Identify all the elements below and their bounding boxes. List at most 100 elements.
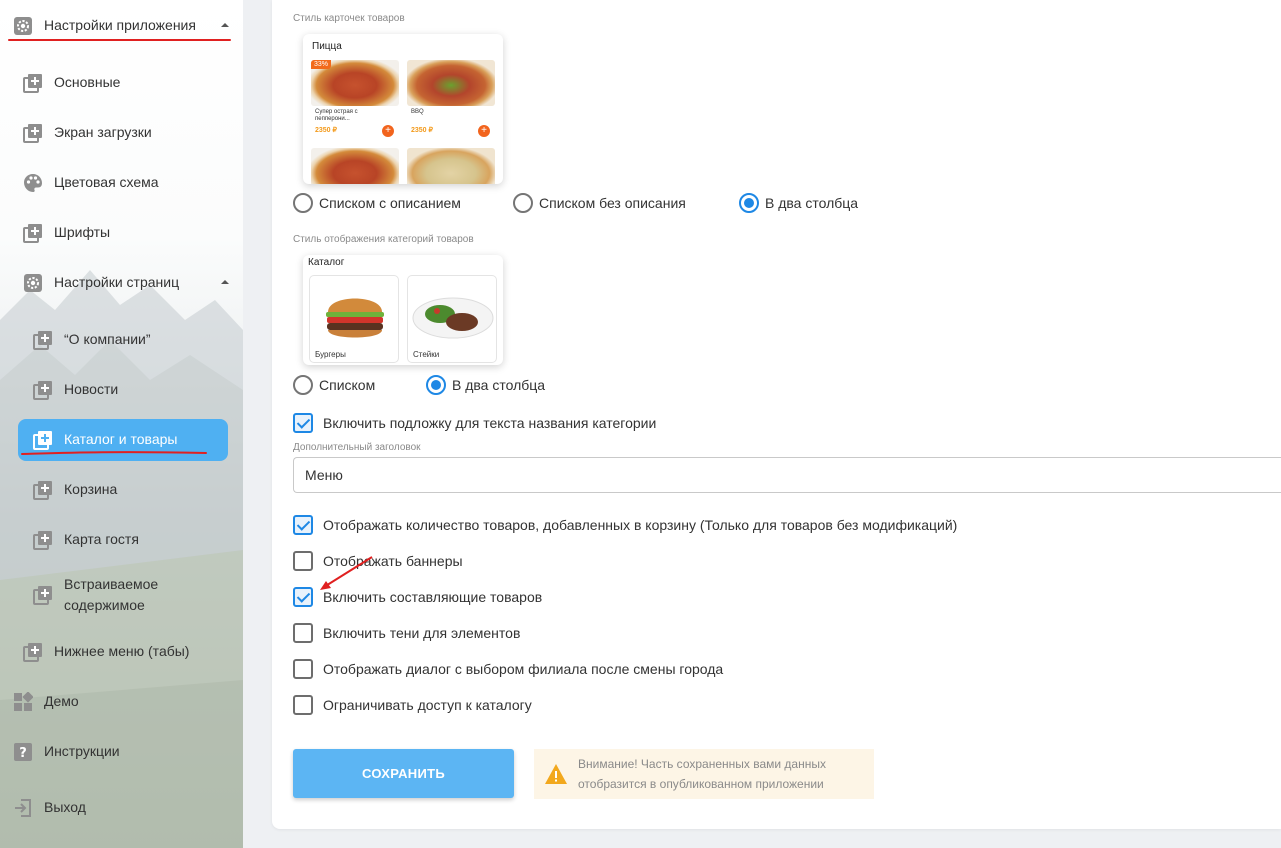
checkbox[interactable] xyxy=(293,659,313,679)
checkbox[interactable] xyxy=(293,695,313,715)
add-page-icon xyxy=(33,430,53,450)
card-style-two-columns[interactable]: В два столбца xyxy=(739,193,858,213)
sidebar-item-exit[interactable]: Выход xyxy=(13,797,86,818)
checkbox[interactable] xyxy=(293,623,313,643)
radio-label: Списком xyxy=(319,377,376,393)
category-style-preview[interactable]: Каталог Бургеры Стейки xyxy=(303,255,503,365)
category-style-two-columns[interactable]: В два столбца xyxy=(426,375,545,395)
warning-icon xyxy=(545,764,567,784)
gear-icon xyxy=(13,16,33,36)
burger-image xyxy=(326,298,384,338)
radio-label: В два столбца xyxy=(765,195,859,211)
add-page-icon xyxy=(33,380,53,400)
preview-title: Пицца xyxy=(312,41,342,52)
sidebar-item-loading-screen[interactable]: Экран загрузки xyxy=(23,122,152,143)
sidebar-subitem-label: Каталог и товары xyxy=(64,431,178,447)
card-style-list-without-description[interactable]: Списком без описания xyxy=(513,193,686,213)
checkbox[interactable] xyxy=(293,551,313,571)
logout-icon xyxy=(13,798,33,818)
category-name: Бургеры xyxy=(315,350,346,359)
sidebar-item-label: Основные xyxy=(54,74,121,90)
steak-image xyxy=(412,297,494,339)
sidebar-app-settings[interactable]: Настройки приложения xyxy=(13,15,196,36)
add-page-icon xyxy=(33,330,53,350)
chevron-up-icon[interactable] xyxy=(221,23,229,27)
sidebar-item-label: Демо xyxy=(44,693,79,709)
help-icon: ? xyxy=(13,742,33,762)
checkbox[interactable] xyxy=(293,515,313,535)
element-shadows-checkbox[interactable]: Включить тени для элементов xyxy=(293,623,520,643)
sidebar-subitem-about[interactable]: “О компании” xyxy=(33,329,151,350)
add-page-icon xyxy=(33,585,53,605)
sidebar-item-label: Выход xyxy=(44,799,86,815)
radio-label: Списком без описания xyxy=(539,195,686,211)
extra-title-input[interactable]: Меню xyxy=(293,457,1281,493)
radio-button[interactable] xyxy=(293,375,313,395)
add-page-icon xyxy=(33,480,53,500)
sidebar-subitem-label: Карта гостя xyxy=(64,531,139,547)
add-to-cart-icon: + xyxy=(478,125,490,137)
annotation-underline xyxy=(21,451,207,455)
save-button[interactable]: СОХРАНИТЬ xyxy=(293,749,514,798)
checkbox-label: Включить подложку для текста названия ка… xyxy=(323,415,657,431)
branch-dialog-checkbox[interactable]: Отображать диалог с выбором филиала посл… xyxy=(293,659,723,679)
sidebar-app-settings-label: Настройки приложения xyxy=(44,17,196,33)
checkbox[interactable] xyxy=(293,587,313,607)
category-style-caption: Стиль отображения категорий товаров xyxy=(293,234,474,245)
sidebar-item-label: Инструкции xyxy=(44,743,120,759)
checkbox-label: Ограничивать доступ к каталогу xyxy=(323,697,532,713)
pizza-image xyxy=(407,148,495,184)
add-page-icon xyxy=(23,73,43,93)
sidebar-subitem-guest-card[interactable]: Карта гостя xyxy=(33,529,139,550)
gear-icon xyxy=(23,273,43,293)
checkbox[interactable] xyxy=(293,413,313,433)
product-card-style-caption: Стиль карточек товаров xyxy=(293,13,405,24)
radio-label: В два столбца xyxy=(452,377,546,393)
category-card: Стейки xyxy=(407,275,497,363)
sidebar-item-bottom-menu[interactable]: Нижнее меню (табы) xyxy=(23,641,189,662)
sidebar-subitem-catalog[interactable]: Каталог и товары xyxy=(33,429,177,450)
dashboard-icon xyxy=(13,691,33,712)
radio-button[interactable] xyxy=(739,193,759,213)
checkbox-label: Отображать диалог с выбором филиала посл… xyxy=(323,661,724,677)
add-page-icon xyxy=(23,642,43,662)
sidebar-subitem-label: Встраиваемое содержимое xyxy=(64,576,159,613)
sidebar-item-fonts[interactable]: Шрифты xyxy=(23,222,110,243)
category-style-list[interactable]: Списком xyxy=(293,375,375,395)
pizza-image: 33% xyxy=(311,60,399,106)
radio-button[interactable] xyxy=(513,193,533,213)
sidebar-item-color-scheme[interactable]: Цветовая схема xyxy=(23,172,159,193)
checkbox-label: Отображать количество товаров, добавленн… xyxy=(323,517,958,533)
palette-icon xyxy=(23,173,43,193)
product-price: 2350 ₽ xyxy=(411,127,433,134)
product-name: Супер острая с пепперони... xyxy=(315,109,358,122)
preview-title: Каталог xyxy=(308,257,345,268)
sidebar-item-page-settings[interactable]: Настройки страниц xyxy=(23,272,179,293)
checkbox-label: Включить тени для элементов xyxy=(323,625,521,641)
product-name: BBQ xyxy=(411,109,424,115)
sidebar-subitem-cart[interactable]: Корзина xyxy=(33,479,117,500)
sidebar-subitem-news[interactable]: Новости xyxy=(33,379,118,400)
product-card-preview[interactable]: Пицца 33% Супер острая с пепперони... BB… xyxy=(303,34,503,184)
sidebar-item-main[interactable]: Основные xyxy=(23,72,120,93)
restrict-catalog-checkbox[interactable]: Ограничивать доступ к каталогу xyxy=(293,695,532,715)
chevron-up-icon[interactable] xyxy=(221,280,229,284)
annotation-arrow xyxy=(320,556,373,590)
sidebar-item-instructions[interactable]: ? Инструкции xyxy=(13,741,120,762)
category-background-checkbox[interactable]: Включить подложку для текста названия ка… xyxy=(293,413,656,433)
sidebar-item-label: Экран загрузки xyxy=(54,124,152,140)
svg-text:?: ? xyxy=(19,746,27,761)
sidebar-subitem-embedded[interactable]: Встраиваемое содержимое xyxy=(33,574,213,616)
sidebar-item-label: Цветовая схема xyxy=(54,174,159,190)
add-page-icon xyxy=(23,223,43,243)
card-style-list-with-description[interactable]: Списком с описанием xyxy=(293,193,461,213)
sidebar-subitem-label: “О компании” xyxy=(64,331,151,347)
extra-title-caption: Дополнительный заголовок xyxy=(293,442,421,453)
radio-button[interactable] xyxy=(426,375,446,395)
sidebar-subitem-label: Новости xyxy=(64,381,119,397)
sidebar-item-label: Шрифты xyxy=(54,224,111,240)
radio-button[interactable] xyxy=(293,193,313,213)
show-cart-count-checkbox[interactable]: Отображать количество товаров, добавленн… xyxy=(293,515,957,535)
category-card: Бургеры xyxy=(309,275,399,363)
sidebar-item-demo[interactable]: Демо xyxy=(13,691,79,712)
